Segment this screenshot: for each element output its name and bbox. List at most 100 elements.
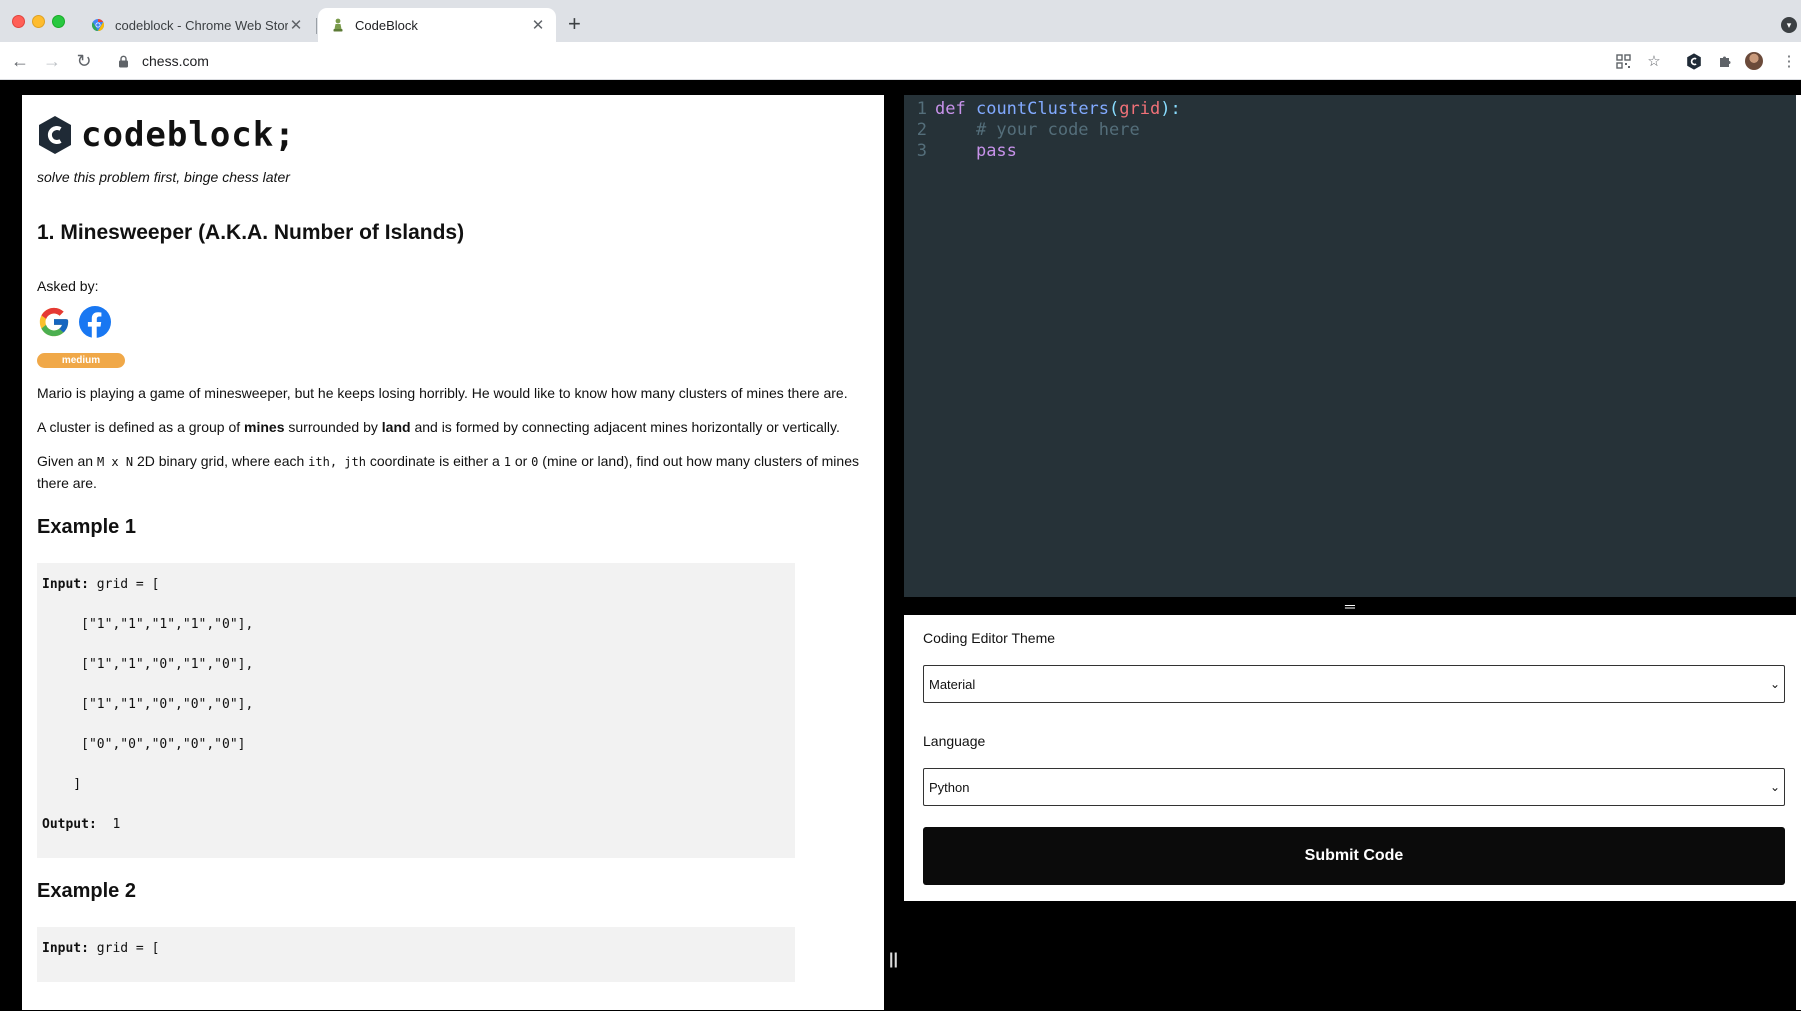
- example-1-title: Example 1: [37, 516, 136, 538]
- theme-select[interactable]: Material ⌄: [923, 665, 1785, 703]
- submit-code-button[interactable]: Submit Code: [923, 827, 1785, 885]
- forward-arrow-icon[interactable]: →: [42, 51, 62, 71]
- extensions-puzzle-icon[interactable]: [1716, 52, 1734, 70]
- asked-by-label: Asked by:: [37, 278, 99, 294]
- editor-code[interactable]: def countClusters(grid):: [931, 99, 1181, 120]
- language-selected-value: Python: [929, 779, 970, 795]
- code-text: grid = [: [88, 941, 160, 956]
- code-line: Output: 1: [42, 817, 790, 857]
- chrome-web-store-icon: [90, 17, 106, 33]
- text-span: and is formed by connecting adjacent min…: [410, 419, 840, 435]
- code-text: 1: [96, 817, 121, 832]
- language-label: Language: [923, 733, 986, 749]
- inline-code: ith, jth: [308, 455, 366, 469]
- bold-term-land: land: [381, 419, 411, 435]
- editor-line[interactable]: 1 def countClusters(grid):: [904, 99, 1796, 120]
- browser-toolbar: ← → ↻ chess.com ☆ ⋮: [0, 42, 1801, 80]
- language-select[interactable]: Python ⌄: [923, 768, 1785, 806]
- example-2-code: Input: grid = [: [37, 927, 795, 982]
- line-number: 1: [916, 99, 927, 119]
- bold-term-mines: mines: [244, 419, 285, 435]
- line-number: 2: [916, 120, 927, 140]
- code-token: def: [935, 99, 966, 119]
- input-label: Input:: [42, 941, 89, 956]
- close-tab-icon[interactable]: ✕: [530, 16, 546, 34]
- code-line: ]: [42, 777, 82, 792]
- code-line: ["1","1","0","1","0"],: [42, 657, 254, 672]
- problem-title: 1. Minesweeper (A.K.A. Number of Islands…: [37, 221, 465, 244]
- output-console: [904, 901, 1796, 1011]
- browser-tab-bar: codeblock - Chrome Web Store ✕ CodeBlock…: [0, 0, 1801, 42]
- new-tab-button[interactable]: +: [568, 12, 581, 36]
- example-1-code: Input: grid = [ ["1","1","1","1","0"], […: [37, 563, 795, 858]
- code-token: # your code here: [975, 120, 1140, 140]
- logo-text: codeblock;: [81, 115, 296, 155]
- code-token: pass: [975, 141, 1017, 161]
- codeblock-extension-icon[interactable]: [1685, 52, 1703, 70]
- text-span: 2D binary grid, where each: [133, 453, 309, 469]
- close-tab-icon[interactable]: ✕: [288, 16, 304, 34]
- code-token: grid: [1119, 99, 1161, 119]
- more-menu-icon[interactable]: ⋮: [1780, 52, 1798, 70]
- code-token: (: [1109, 99, 1120, 119]
- lock-icon[interactable]: [118, 54, 132, 68]
- line-number: 3: [916, 141, 927, 161]
- example-2-title: Example 2: [37, 880, 136, 902]
- code-line: Input: grid = [: [42, 577, 790, 617]
- difficulty-badge: medium: [37, 353, 125, 368]
- inline-code: M x N: [96, 455, 134, 469]
- reload-icon[interactable]: ↻: [74, 51, 94, 71]
- qr-code-icon[interactable]: [1614, 52, 1632, 70]
- url-text: chess.com: [142, 53, 209, 69]
- editor-line[interactable]: 2 # your code here: [904, 120, 1796, 141]
- code-text: grid = [: [88, 577, 160, 592]
- vertical-resize-handle[interactable]: ||: [889, 951, 898, 969]
- bookmark-star-icon[interactable]: ☆: [1645, 52, 1663, 70]
- editor-code[interactable]: # your code here: [931, 120, 1140, 141]
- text-span: surrounded by: [284, 419, 382, 435]
- horizontal-resize-handle[interactable]: ═: [904, 597, 1796, 615]
- company-logos: [37, 305, 869, 339]
- problem-panel: codeblock; solve this problem first, bin…: [22, 95, 884, 1010]
- code-line: ["1","1","0","0","0"],: [42, 697, 254, 712]
- google-icon: [39, 307, 69, 337]
- tab-chrome-web-store[interactable]: codeblock - Chrome Web Store ✕: [78, 8, 314, 42]
- editor-code[interactable]: pass: [931, 141, 1017, 162]
- input-label: Input:: [42, 577, 89, 592]
- tab-search-icon[interactable]: ▾: [1781, 17, 1797, 33]
- problem-description-1: Mario is playing a game of minesweeper, …: [37, 385, 848, 401]
- code-editor[interactable]: 1 def countClusters(grid): 2 # your code h…: [904, 95, 1796, 597]
- problem-description-3: Given an M x N 2D binary grid, where eac…: [37, 451, 877, 494]
- editor-line[interactable]: 3 pass: [904, 141, 1796, 162]
- output-label: Output:: [42, 817, 97, 832]
- address-bar[interactable]: chess.com: [104, 47, 1584, 75]
- chess-pawn-icon: [330, 17, 346, 33]
- code-line: Input: grid = [: [42, 941, 790, 981]
- page-content: codeblock; solve this problem first, bin…: [0, 81, 1801, 1011]
- facebook-icon: [79, 306, 111, 338]
- text-span: coordinate is either a: [365, 453, 504, 469]
- codeblock-logo-icon: [39, 116, 71, 154]
- tab-divider: [316, 18, 317, 34]
- theme-selected-value: Material: [929, 676, 976, 692]
- tagline: solve this problem first, binge chess la…: [37, 169, 290, 185]
- profile-avatar[interactable]: [1745, 52, 1763, 70]
- inline-code: 1: [503, 455, 511, 469]
- editor-settings: Coding Editor Theme Material ⌄ Language …: [904, 615, 1796, 901]
- chevron-down-icon: ⌄: [1769, 677, 1780, 691]
- code-token: ):: [1160, 99, 1181, 119]
- page-right-edge: [1796, 95, 1801, 1010]
- back-arrow-icon[interactable]: ←: [10, 51, 30, 71]
- text-span: Given an: [37, 453, 97, 469]
- code-line: ["0","0","0","0","0"]: [42, 737, 246, 752]
- theme-label: Coding Editor Theme: [923, 630, 1056, 646]
- tab-codeblock[interactable]: CodeBlock ✕: [318, 8, 556, 42]
- window-maximize-button[interactable]: [52, 15, 65, 28]
- tab-title: codeblock - Chrome Web Store: [115, 17, 288, 33]
- text-span: A cluster is defined as a group of: [37, 419, 245, 435]
- window-minimize-button[interactable]: [32, 15, 45, 28]
- window-close-button[interactable]: [12, 15, 25, 28]
